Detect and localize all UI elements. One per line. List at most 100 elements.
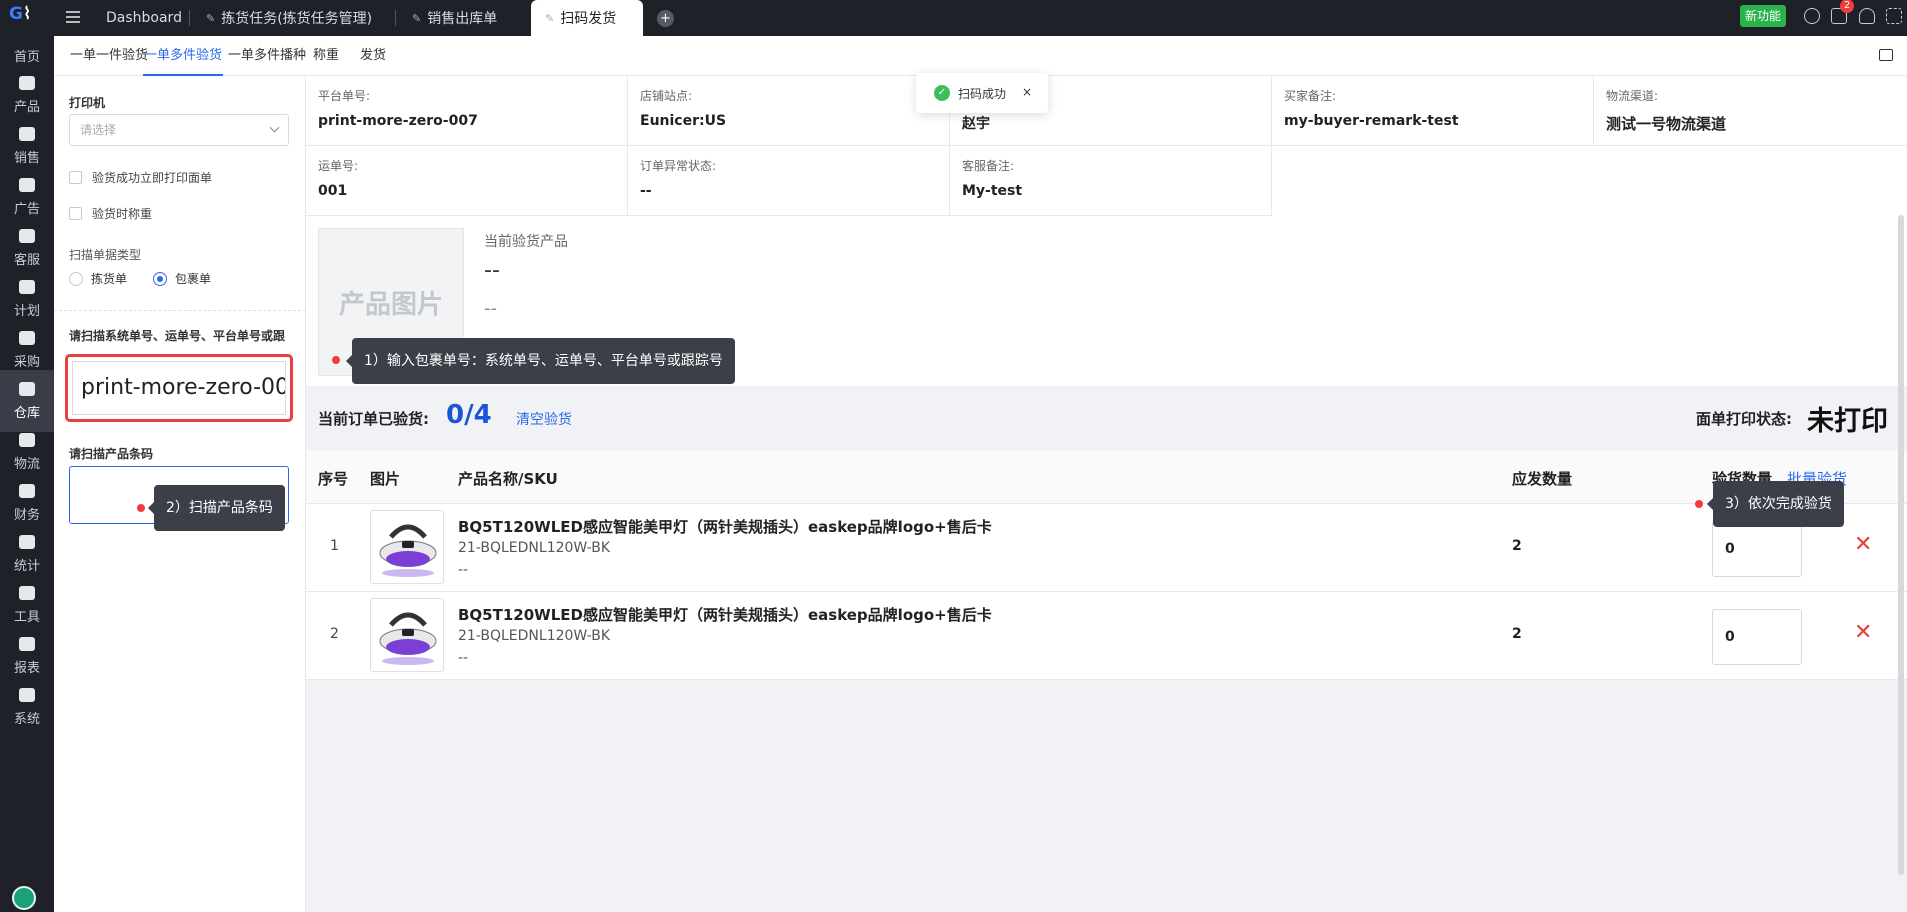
pin-icon: ✎ <box>545 11 555 25</box>
info-icon[interactable] <box>1804 8 1820 24</box>
check-qty-input[interactable]: 0 <box>1712 609 1802 665</box>
info-label: 物流渠道: <box>1606 89 1659 103</box>
delete-icon[interactable]: ✕ <box>1854 532 1872 557</box>
scrollbar[interactable] <box>1898 215 1904 875</box>
current-product-title: 当前验货产品 <box>484 234 568 250</box>
tab-scan-ship[interactable]: ✎ 扫码发货 <box>531 0 643 36</box>
menu-collapse-icon[interactable] <box>66 11 80 23</box>
clipboard-icon <box>19 279 35 294</box>
money-bag-icon <box>19 483 35 498</box>
info-value: Eunicer:US <box>640 113 727 129</box>
order-info-grid: 平台单号: print-more-zero-007 店铺站点: Eunicer:… <box>306 76 1907 216</box>
ship-qty: 2 <box>1512 538 1522 554</box>
info-value: my-buyer-remark-test <box>1284 113 1459 129</box>
subtab-weigh[interactable]: 称重 <box>313 36 339 76</box>
bell-icon[interactable] <box>1859 8 1875 24</box>
nav-label: 报表 <box>13 660 40 676</box>
book-icon[interactable] <box>1879 49 1893 61</box>
weigh-label: 验货时称重 <box>92 207 153 221</box>
new-feature-button[interactable]: 新功能 <box>1740 5 1787 27</box>
table-header: 序号 图片 产品名称/SKU 应发数量 验货数量 批量验货 <box>306 450 1907 504</box>
toast-close-icon[interactable]: × <box>1022 85 1032 99</box>
fullscreen-icon[interactable] <box>1886 8 1902 24</box>
scan-type-radio-group: 拣货单 包裹单 <box>69 270 211 287</box>
toast-text: 扫码成功 <box>958 86 1007 101</box>
info-buyer-remark: 买家备注: my-buyer-remark-test <box>1272 76 1594 146</box>
info-store: 店铺站点: Eunicer:US <box>628 76 950 146</box>
scan-order-label: 请扫描系统单号、运单号、平台单号或跟踪号 <box>69 329 286 343</box>
add-tab-button[interactable]: + <box>657 10 674 27</box>
product-sku: 21-BQLEDNL120W-BK <box>458 540 611 556</box>
clear-verification-link[interactable]: 清空验货 <box>516 409 572 429</box>
current-product-sku: -- <box>484 298 497 319</box>
nav-label: 计划 <box>13 303 40 319</box>
th-qty: 应发数量 <box>1512 470 1573 488</box>
info-value: 测试一号物流渠道 <box>1606 115 1727 133</box>
nav-label: 统计 <box>13 558 40 574</box>
tab-divider <box>395 10 396 26</box>
info-exception: 订单异常状态: -- <box>628 146 950 216</box>
tab-divider <box>189 10 190 26</box>
nail-lamp-image <box>379 612 437 665</box>
printer-select[interactable]: 请选择 <box>69 114 289 146</box>
info-waybill: 运单号: 001 <box>306 146 628 216</box>
scan-order-input[interactable]: print-more-zero-007 <box>72 361 286 415</box>
info-value: -- <box>640 183 652 199</box>
nav-label: 物流 <box>13 456 40 472</box>
info-label: 店铺站点: <box>640 89 693 103</box>
product-thumbnail <box>370 598 444 672</box>
nav-item-system[interactable]: 系统 <box>0 676 54 738</box>
check-qty-input[interactable]: 0 <box>1712 521 1802 577</box>
sub-tab-bar: 一单一件验货 一单多件验货 一单多件播种 称重 发货 <box>54 36 1907 76</box>
system-icon <box>19 687 35 702</box>
ad-icon <box>19 177 35 192</box>
tab-picking-task[interactable]: ✎ 拣货任务(拣货任务管理) <box>192 0 386 36</box>
tab-label: Dashboard <box>106 10 182 26</box>
nav-label: 首页 <box>13 49 40 65</box>
tip-step2: 2）扫描产品条码 <box>148 485 285 531</box>
subtab-ship[interactable]: 发货 <box>360 36 386 76</box>
th-index: 序号 <box>318 470 349 488</box>
product-name: BQ5T120WLED感应智能美甲灯（两针美规插头）easkep品牌logo+售… <box>458 518 992 536</box>
sales-icon <box>19 126 35 141</box>
scan-type-title: 扫描单据类型 <box>69 248 142 262</box>
print-status-value: 未打印 <box>1807 406 1888 437</box>
tab-label: 拣货任务(拣货任务管理) <box>221 11 373 27</box>
subtab-multi-item[interactable]: 一单多件验货 <box>143 36 224 76</box>
step-dot <box>332 356 340 364</box>
info-value: My-test <box>962 183 1023 199</box>
product-sku: 21-BQLEDNL120W-BK <box>458 628 611 644</box>
radio-picking[interactable] <box>69 271 83 286</box>
weigh-check-row[interactable]: 验货时称重 <box>69 205 152 222</box>
ship-qty: 2 <box>1512 626 1522 642</box>
tab-sales-outbound[interactable]: ✎ 销售出库单 <box>398 0 511 36</box>
avatar[interactable] <box>12 886 36 910</box>
info-service-remark: 客服备注: My-test <box>950 146 1272 216</box>
nav-label: 财务 <box>13 507 40 523</box>
radio-package[interactable] <box>153 271 168 286</box>
verified-count: 0/4 <box>446 400 492 430</box>
print-after-check-row[interactable]: 验货成功立即打印面单 <box>69 169 212 186</box>
subtab-multi-sowing[interactable]: 一单多件播种 <box>228 36 306 76</box>
product-extra: -- <box>458 562 469 578</box>
pie-chart-icon <box>19 636 35 651</box>
nav-label: 系统 <box>13 711 40 727</box>
check-circle-icon: ✓ <box>934 85 950 101</box>
warehouse-icon <box>19 381 35 396</box>
th-name: 产品名称/SKU <box>458 470 558 488</box>
weigh-checkbox[interactable] <box>69 207 82 220</box>
product-extra: -- <box>458 650 469 666</box>
scan-order-input-highlight: print-more-zero-007 <box>65 354 293 422</box>
nav-label: 采购 <box>13 354 40 370</box>
nav-label: 工具 <box>13 609 40 625</box>
print-after-checkbox[interactable] <box>69 171 82 184</box>
nail-lamp-image <box>379 524 437 577</box>
notification-badge: 2 <box>1840 0 1854 13</box>
row-index: 1 <box>330 538 339 554</box>
tab-dashboard[interactable]: Dashboard <box>92 0 196 36</box>
info-value: 赵宇 <box>962 116 990 132</box>
info-label: 客服备注: <box>962 159 1015 173</box>
current-product-name: -- <box>484 258 500 283</box>
subtab-single-item[interactable]: 一单一件验货 <box>70 36 148 76</box>
delete-icon[interactable]: ✕ <box>1854 620 1872 645</box>
